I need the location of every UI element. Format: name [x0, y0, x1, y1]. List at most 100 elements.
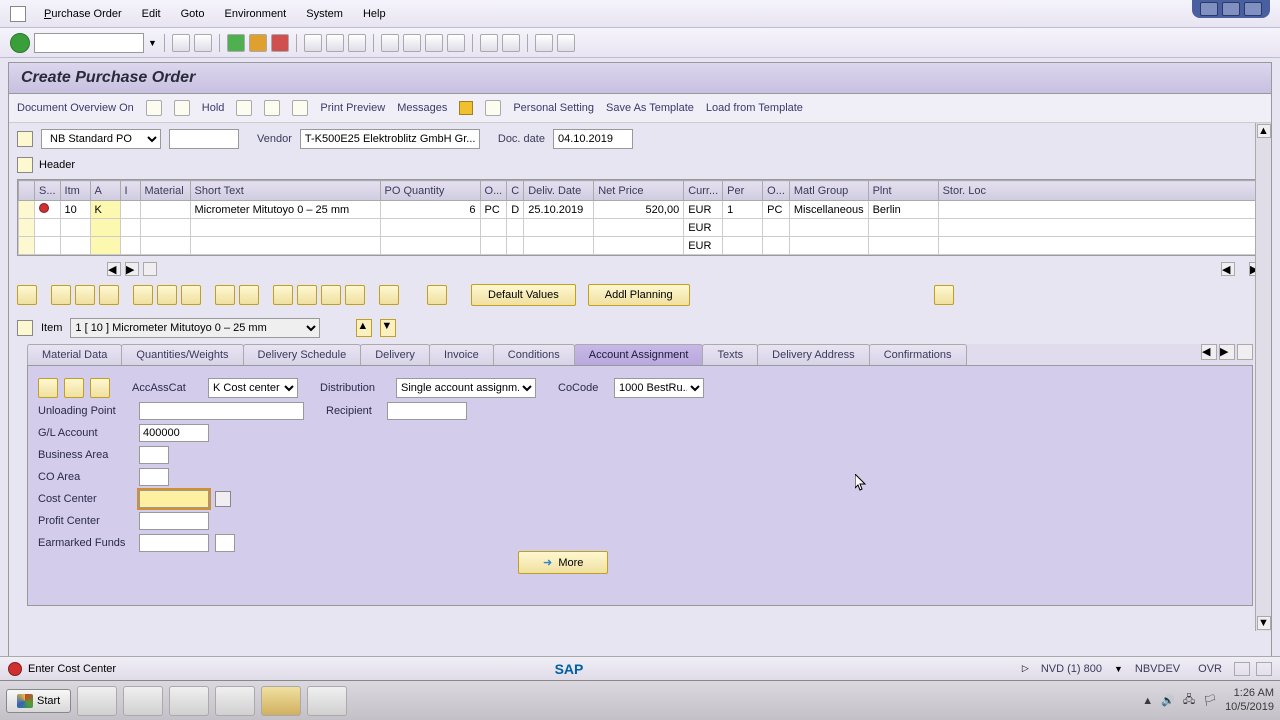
co-area-input[interactable]: [139, 468, 169, 486]
scroll-left2-icon[interactable]: ◀: [1221, 262, 1235, 276]
vendor-input[interactable]: [300, 129, 480, 149]
gl-account-input[interactable]: [139, 424, 209, 442]
taskbar-word-icon[interactable]: [307, 686, 347, 716]
hold-button[interactable]: Hold: [202, 102, 225, 114]
hold-icon[interactable]: [236, 100, 252, 116]
personal-icon[interactable]: [485, 100, 501, 116]
tab-account-assignment[interactable]: Account Assignment: [574, 344, 704, 365]
exit-icon[interactable]: [249, 34, 267, 52]
total-icon[interactable]: [297, 285, 317, 305]
expand-item-icon[interactable]: [17, 320, 33, 336]
help-icon[interactable]: [535, 34, 553, 52]
taskbar-explorer-icon[interactable]: [169, 686, 209, 716]
park-icon[interactable]: [264, 100, 280, 116]
print-icon[interactable]: [304, 34, 322, 52]
start-button[interactable]: Start: [6, 689, 71, 713]
new-session-icon[interactable]: [480, 34, 498, 52]
table-row[interactable]: 10K Micrometer Mitutoyo 0 – 25 mm6 PCD25…: [19, 201, 1262, 219]
print-preview-button[interactable]: Print Preview: [320, 102, 385, 114]
paste-icon[interactable]: [239, 285, 259, 305]
back-green-icon[interactable]: [227, 34, 245, 52]
column-config-icon[interactable]: [143, 262, 157, 276]
tab-list-icon[interactable]: [1237, 344, 1253, 360]
taskbar-clock[interactable]: 1:26 AM 10/5/2019: [1225, 687, 1274, 713]
menu-help[interactable]: Help: [353, 4, 396, 24]
next-item-icon[interactable]: ▼: [380, 319, 396, 337]
table-row[interactable]: EUR: [19, 219, 1262, 237]
copy-icon[interactable]: [215, 285, 235, 305]
excel-icon[interactable]: [934, 285, 954, 305]
tab-scroll-left-icon[interactable]: ◀: [1201, 344, 1217, 360]
aa-paste-icon[interactable]: [90, 378, 110, 398]
customize-icon[interactable]: [557, 34, 575, 52]
tab-delivery-schedule[interactable]: Delivery Schedule: [243, 344, 362, 365]
item-select[interactable]: 1 [ 10 ] Micrometer Mitutoyo 0 – 25 mm: [70, 318, 320, 338]
scroll-up-icon[interactable]: ▲: [1257, 124, 1271, 138]
cost-center-input[interactable]: [139, 490, 209, 508]
find-next-icon[interactable]: [348, 34, 366, 52]
taskbar-sap-icon[interactable]: [215, 686, 255, 716]
delete-icon[interactable]: [133, 285, 153, 305]
earmarked-funds-input[interactable]: [139, 534, 209, 552]
tab-conditions[interactable]: Conditions: [493, 344, 575, 365]
select-all-icon[interactable]: [51, 285, 71, 305]
menu-goto[interactable]: Goto: [171, 4, 215, 24]
aa-table-icon[interactable]: [38, 378, 58, 398]
tray-flag-icon[interactable]: 🏳: [1203, 694, 1217, 707]
right-scrollbar[interactable]: ▲ ▼: [1255, 123, 1271, 631]
default-values-button[interactable]: Default Values: [471, 284, 576, 306]
more-button[interactable]: ➜ More: [518, 551, 608, 574]
menu-system[interactable]: System: [296, 4, 353, 24]
load-template-button[interactable]: Load from Template: [706, 102, 803, 114]
messages-button[interactable]: Messages: [397, 102, 447, 114]
save-template-button[interactable]: Save As Template: [606, 102, 694, 114]
doc-overview-toggle[interactable]: Document Overview On: [17, 102, 134, 114]
taskbar-powershell-icon[interactable]: [123, 686, 163, 716]
deselect-icon[interactable]: [75, 285, 95, 305]
shortcut-icon[interactable]: [502, 34, 520, 52]
accasscat-select[interactable]: K Cost center: [208, 378, 298, 398]
sort-icon[interactable]: [99, 285, 119, 305]
tab-confirmations[interactable]: Confirmations: [869, 344, 967, 365]
next-page-icon[interactable]: [425, 34, 443, 52]
cost-center-f4-icon[interactable]: [215, 491, 231, 507]
other-po-icon[interactable]: [174, 100, 190, 116]
tab-texts[interactable]: Texts: [702, 344, 758, 365]
create-icon[interactable]: [146, 100, 162, 116]
scroll-down-icon[interactable]: ▼: [1257, 616, 1271, 630]
save-icon[interactable]: [194, 34, 212, 52]
tab-material-data[interactable]: Material Data: [27, 344, 122, 365]
info-icon[interactable]: [459, 101, 473, 115]
minimize-icon[interactable]: [1200, 2, 1218, 16]
addl-planning-button[interactable]: Addl Planning: [588, 284, 690, 306]
prev-page-icon[interactable]: [403, 34, 421, 52]
taskbar-printer-icon[interactable]: [77, 686, 117, 716]
recipient-input[interactable]: [387, 402, 467, 420]
expand-header-icon[interactable]: [17, 131, 33, 147]
scroll-left-icon[interactable]: ◀: [107, 262, 121, 276]
docdate-input[interactable]: [553, 129, 633, 149]
tab-invoice[interactable]: Invoice: [429, 344, 494, 365]
business-area-input[interactable]: [139, 446, 169, 464]
earmarked-funds-item-input[interactable]: [215, 534, 235, 552]
table-row[interactable]: EUR: [19, 237, 1262, 255]
tab-quantities-weights[interactable]: Quantities/Weights: [121, 344, 243, 365]
ok-icon[interactable]: [10, 33, 30, 53]
menu-purchase-order[interactable]: PPurchase Orderurchase Order: [34, 4, 132, 24]
tab-delivery-address[interactable]: Delivery Address: [757, 344, 870, 365]
distribution-select[interactable]: Single account assignm..: [396, 378, 536, 398]
cocode-select[interactable]: 1000 BestRu..: [614, 378, 704, 398]
taskbar-app-icon[interactable]: [261, 686, 301, 716]
tab-scroll-right-icon[interactable]: ▶: [1219, 344, 1235, 360]
subtotal-icon[interactable]: [321, 285, 341, 305]
prev-item-icon[interactable]: ▲: [356, 319, 372, 337]
unlock-icon[interactable]: [181, 285, 201, 305]
tray-network-icon[interactable]: 🖧: [1183, 691, 1195, 710]
back-icon[interactable]: [172, 34, 190, 52]
menu-environment[interactable]: Environment: [214, 4, 296, 24]
filter-icon[interactable]: [273, 285, 293, 305]
aa-edit-icon[interactable]: [64, 378, 84, 398]
expand-header-row-icon[interactable]: [17, 157, 33, 173]
status-layout-icon[interactable]: [1234, 662, 1250, 676]
command-field[interactable]: [34, 33, 144, 53]
